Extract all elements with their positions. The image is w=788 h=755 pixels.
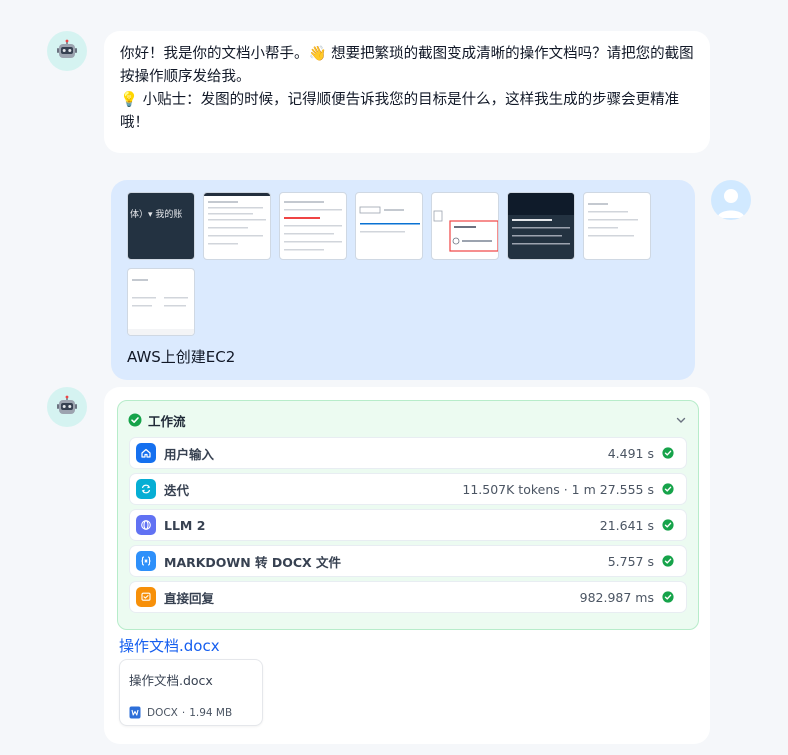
intro-line-2: 💡 小贴士：发图的时候，记得顺便告诉我您的目标是什么，这样我生成的步骤会更精准哦… bbox=[120, 92, 680, 131]
docx-download-link[interactable]: 操作文档.docx bbox=[119, 635, 220, 656]
thumbnail-preview: 体）▾ 我的账 bbox=[130, 208, 182, 220]
workflow-panel: 工作流 用户输入 4.491 s 迭代 11.507K tokens · 1 m… bbox=[117, 400, 699, 630]
node-time: 4.491 s bbox=[607, 445, 654, 461]
thumbnail-3[interactable] bbox=[279, 192, 347, 260]
meta-separator: · bbox=[181, 706, 186, 719]
code-icon bbox=[136, 551, 156, 571]
node-time: 21.641 s bbox=[599, 517, 654, 533]
check-circle-icon bbox=[662, 483, 674, 495]
file-meta: DOCX · 1.94 MB bbox=[129, 706, 232, 719]
check-circle-icon bbox=[128, 413, 142, 427]
thumbnail-1[interactable]: 体）▾ 我的账 bbox=[127, 192, 195, 260]
thumbnail-5[interactable] bbox=[431, 192, 499, 260]
node-label: 迭代 bbox=[164, 482, 190, 498]
node-label: LLM 2 bbox=[164, 517, 206, 533]
check-circle-icon bbox=[662, 447, 674, 459]
thumbnail-8[interactable] bbox=[127, 268, 195, 336]
user-icon bbox=[717, 189, 745, 218]
file-type: DOCX bbox=[147, 706, 178, 719]
thumbnail-preview bbox=[128, 279, 194, 335]
workflow-node-iteration[interactable]: 迭代 11.507K tokens · 1 m 27.555 s bbox=[129, 473, 687, 505]
thumbnail-preview bbox=[204, 193, 270, 245]
robot-icon bbox=[57, 395, 77, 414]
file-attachment-card[interactable]: 操作文档.docx DOCX · 1.94 MB bbox=[119, 659, 263, 726]
loop-icon bbox=[136, 479, 156, 499]
bot-avatar bbox=[47, 387, 87, 427]
thumbnail-7[interactable] bbox=[583, 192, 651, 260]
screenshot-thumbnails: 体）▾ 我的账 bbox=[127, 192, 667, 336]
thumbnail-preview bbox=[588, 203, 638, 237]
svg-text:体）▾ 我的账: 体）▾ 我的账 bbox=[130, 208, 182, 220]
workflow-node-llm[interactable]: LLM 2 21.641 s bbox=[129, 509, 687, 541]
workflow-node-user-input[interactable]: 用户输入 4.491 s bbox=[129, 437, 687, 469]
assistant-response: 工作流 用户输入 4.491 s 迭代 11.507K tokens · 1 m… bbox=[104, 387, 710, 744]
chevron-down-icon[interactable] bbox=[674, 413, 688, 427]
node-label: MARKDOWN 转 DOCX 文件 bbox=[164, 554, 342, 570]
thumbnail-4[interactable] bbox=[355, 192, 423, 260]
file-name: 操作文档.docx bbox=[129, 673, 213, 688]
check-circle-icon bbox=[662, 591, 674, 603]
check-circle-icon bbox=[662, 519, 674, 531]
llm-icon bbox=[136, 515, 156, 535]
user-message: 体）▾ 我的账 AWS上创建EC2 bbox=[111, 180, 695, 380]
robot-icon bbox=[57, 39, 77, 58]
thumbnail-preview bbox=[359, 206, 420, 233]
workflow-title: 工作流 bbox=[148, 413, 186, 429]
node-label: 用户输入 bbox=[164, 446, 215, 462]
node-time: 982.987 ms bbox=[579, 589, 654, 605]
node-label: 直接回复 bbox=[164, 590, 215, 606]
thumbnail-2[interactable] bbox=[203, 192, 271, 260]
home-icon bbox=[136, 443, 156, 463]
word-doc-icon bbox=[129, 706, 141, 719]
node-time: 5.757 s bbox=[607, 553, 654, 569]
thumbnail-preview bbox=[508, 193, 574, 245]
bot-avatar bbox=[47, 31, 87, 71]
workflow-node-direct-reply[interactable]: 直接回复 982.987 ms bbox=[129, 581, 687, 613]
node-time: 11.507K tokens · 1 m 27.555 s bbox=[462, 481, 654, 497]
file-size: 1.94 MB bbox=[189, 706, 233, 719]
workflow-node-markdown-to-docx[interactable]: MARKDOWN 转 DOCX 文件 5.757 s bbox=[129, 545, 687, 577]
user-message-text: AWS上创建EC2 bbox=[127, 348, 236, 366]
workflow-header[interactable]: 工作流 bbox=[128, 409, 688, 431]
thumbnail-preview bbox=[284, 201, 342, 251]
thumbnail-6[interactable] bbox=[507, 192, 575, 260]
check-circle-icon bbox=[662, 555, 674, 567]
reply-icon bbox=[136, 587, 156, 607]
intro-line-1: 你好！我是你的文档小帮手。👋 想要把繁琐的截图变成清晰的操作文档吗？请把您的截图… bbox=[120, 46, 694, 85]
assistant-intro-message: 你好！我是你的文档小帮手。👋 想要把繁琐的截图变成清晰的操作文档吗？请把您的截图… bbox=[104, 31, 710, 153]
user-avatar bbox=[711, 180, 751, 220]
thumbnail-preview bbox=[433, 210, 498, 252]
